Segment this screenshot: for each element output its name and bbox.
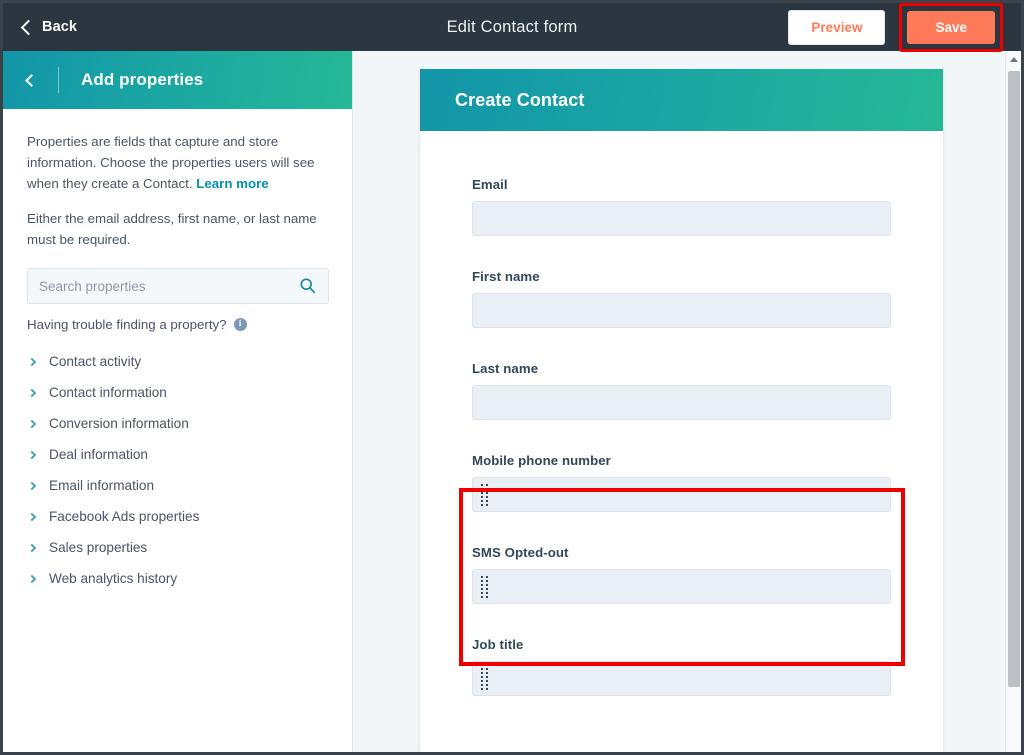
- sidebar-item-deal-information[interactable]: Deal information: [27, 439, 328, 470]
- learn-more-link[interactable]: Learn more: [196, 176, 268, 191]
- category-label: Web analytics history: [49, 571, 178, 586]
- field-label: SMS Opted-out: [472, 545, 569, 560]
- chevron-right-icon: [27, 357, 37, 366]
- form-field-first-name: First name: [472, 269, 891, 328]
- drag-handle-icon[interactable]: [481, 667, 488, 690]
- form-card: Create Contact Email First name Last nam…: [420, 69, 943, 752]
- property-category-list: Contact activity Contact information Con…: [27, 346, 328, 594]
- mobile-phone-number-field[interactable]: [472, 477, 891, 512]
- category-label: Facebook Ads properties: [49, 509, 200, 524]
- category-label: Contact information: [49, 385, 167, 400]
- last-name-field[interactable]: [472, 385, 891, 420]
- sidebar-title: Add properties: [81, 70, 204, 89]
- category-label: Deal information: [49, 447, 148, 462]
- sidebar-item-email-information[interactable]: Email information: [27, 470, 328, 501]
- form-field-sms-opted-out: SMS Opted-out: [472, 545, 891, 604]
- sidebar-item-sales-properties[interactable]: Sales properties: [27, 532, 328, 563]
- info-icon[interactable]: i: [233, 318, 247, 331]
- search-input[interactable]: [27, 268, 329, 304]
- drag-handle-icon[interactable]: [481, 575, 488, 598]
- category-label: Conversion information: [49, 416, 189, 431]
- field-label: Mobile phone number: [472, 453, 611, 468]
- form-header-title: Create Contact: [455, 89, 585, 110]
- sidebar-item-contact-information[interactable]: Contact information: [27, 377, 328, 408]
- vertical-scrollbar[interactable]: [1005, 51, 1021, 752]
- sidebar-item-contact-activity[interactable]: Contact activity: [27, 346, 328, 377]
- chevron-right-icon: [27, 388, 37, 397]
- save-button-highlight: Save: [899, 3, 1003, 52]
- sidebar-body: Properties are fields that capture and s…: [3, 109, 352, 594]
- category-label: Email information: [49, 478, 155, 493]
- sidebar-item-web-analytics-history[interactable]: Web analytics history: [27, 563, 328, 594]
- form-card-header: Create Contact: [420, 69, 943, 131]
- sidebar-requirement-note: Either the email address, first name, or…: [27, 211, 317, 247]
- category-label: Contact activity: [49, 354, 142, 369]
- app-window: Back Edit Contact form Preview Save Add …: [0, 0, 1024, 755]
- chevron-right-icon: [27, 512, 37, 521]
- first-name-field[interactable]: [472, 293, 891, 328]
- form-field-email: Email: [472, 177, 891, 236]
- back-button-label: Back: [42, 19, 78, 35]
- drag-handle-icon[interactable]: [481, 483, 488, 506]
- chevron-right-icon: [27, 574, 37, 583]
- chevron-left-icon: [20, 19, 37, 35]
- chevron-right-icon: [27, 450, 37, 459]
- add-properties-sidebar: Add properties Properties are fields tha…: [3, 51, 353, 752]
- sidebar-item-conversion-information[interactable]: Conversion information: [27, 408, 328, 439]
- chevron-right-icon: [27, 419, 37, 428]
- save-button[interactable]: Save: [907, 10, 995, 44]
- form-preview-pane: Create Contact Email First name Last nam…: [354, 51, 1005, 752]
- category-label: Sales properties: [49, 540, 148, 555]
- email-field[interactable]: [472, 201, 891, 236]
- back-button[interactable]: Back: [20, 19, 78, 35]
- chevron-right-icon: [27, 481, 37, 490]
- form-field-mobile-phone-number: Mobile phone number: [472, 453, 891, 512]
- chevron-right-icon: [27, 543, 37, 552]
- scrollbar-thumb[interactable]: [1008, 71, 1020, 687]
- field-label: Last name: [472, 361, 539, 376]
- toolbar-actions: Preview Save: [788, 3, 1003, 52]
- form-field-last-name: Last name: [472, 361, 891, 420]
- field-label: Email: [472, 177, 508, 192]
- field-label: First name: [472, 269, 540, 284]
- sms-opted-out-field[interactable]: [472, 569, 891, 604]
- job-title-field[interactable]: [472, 661, 891, 696]
- sidebar-item-facebook-ads-properties[interactable]: Facebook Ads properties: [27, 501, 328, 532]
- header-divider: [58, 67, 59, 93]
- sidebar-header: Add properties: [3, 51, 352, 109]
- chevron-left-icon[interactable]: [25, 73, 38, 87]
- preview-button[interactable]: Preview: [788, 9, 886, 45]
- triangle-up-icon: [1009, 56, 1018, 62]
- form-fields: Email First name Last name Mobile phone …: [420, 131, 943, 752]
- top-toolbar: Back Edit Contact form Preview Save: [3, 3, 1021, 52]
- trouble-finding-row: Having trouble finding a property? i: [27, 317, 328, 332]
- sidebar-description-text: Properties are fields that capture and s…: [27, 134, 315, 191]
- search-properties-box: [27, 268, 329, 304]
- form-field-job-title: Job title: [472, 637, 891, 696]
- trouble-finding-label: Having trouble finding a property?: [27, 317, 227, 332]
- sidebar-description: Properties are fields that capture and s…: [27, 131, 328, 194]
- field-label: Job title: [472, 637, 524, 652]
- scroll-up-button[interactable]: [1006, 51, 1021, 67]
